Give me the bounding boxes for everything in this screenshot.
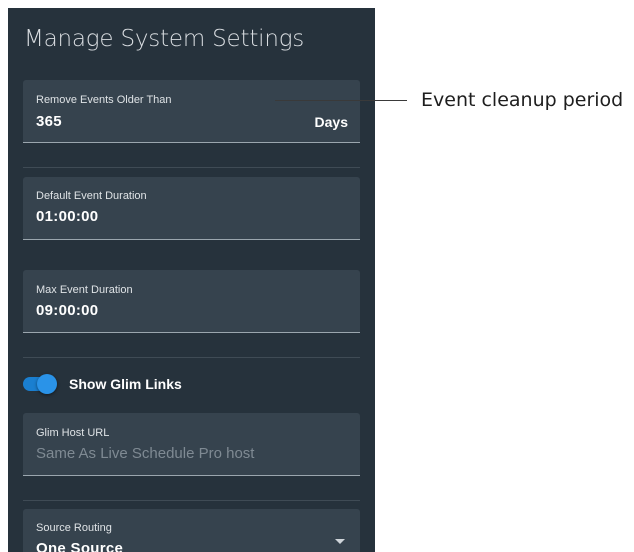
source-routing-select[interactable]: Source Routing One Source <box>23 509 360 552</box>
divider <box>23 357 360 358</box>
show-glim-links-label: Show Glim Links <box>69 376 182 392</box>
default-duration-field[interactable]: Default Event Duration 01:00:00 <box>23 177 360 240</box>
callout-leader-line <box>275 100 407 101</box>
default-duration-label: Default Event Duration <box>36 190 147 202</box>
glim-host-url-placeholder[interactable]: Same As Live Schedule Pro host <box>36 445 254 462</box>
days-suffix: Days <box>314 114 348 130</box>
callout-label: Event cleanup period <box>421 89 624 111</box>
show-glim-links-row[interactable]: Show Glim Links <box>23 372 360 396</box>
show-glim-links-toggle[interactable] <box>23 374 57 394</box>
max-duration-field[interactable]: Max Event Duration 09:00:00 <box>23 270 360 333</box>
default-duration-value[interactable]: 01:00:00 <box>36 208 98 225</box>
source-routing-value[interactable]: One Source <box>36 540 123 552</box>
divider <box>23 500 360 501</box>
chevron-down-icon[interactable] <box>335 539 345 544</box>
max-duration-value[interactable]: 09:00:00 <box>36 302 98 319</box>
divider <box>23 167 360 168</box>
settings-panel: Manage System Settings Remove Events Old… <box>8 8 375 552</box>
panel-title: Manage System Settings <box>24 26 305 52</box>
remove-events-field[interactable]: Remove Events Older Than 365 Days <box>23 80 360 143</box>
source-routing-label: Source Routing <box>36 522 112 534</box>
glim-host-url-field[interactable]: Glim Host URL Same As Live Schedule Pro … <box>23 413 360 476</box>
remove-events-value[interactable]: 365 <box>36 113 62 130</box>
remove-events-label: Remove Events Older Than <box>36 94 172 106</box>
glim-host-url-label: Glim Host URL <box>36 427 110 439</box>
max-duration-label: Max Event Duration <box>36 284 133 296</box>
toggle-thumb[interactable] <box>37 374 57 394</box>
